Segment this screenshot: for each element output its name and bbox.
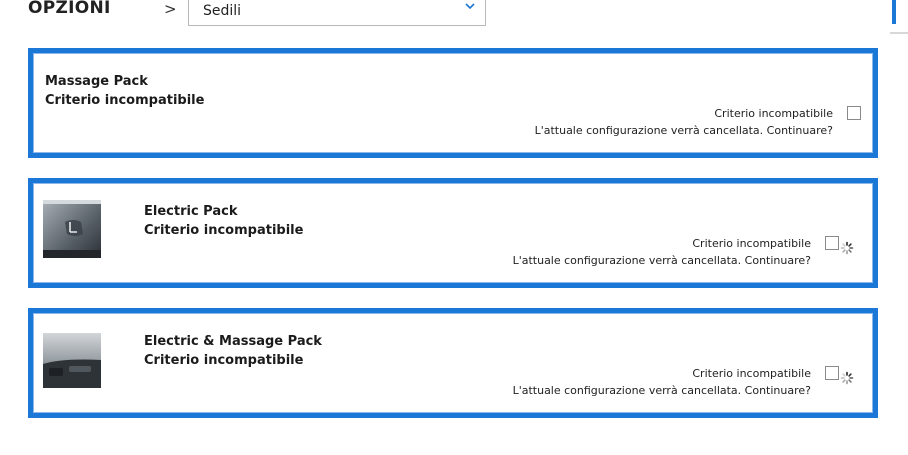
option-card-electric-pack: Electric Pack Criterio incompatibile Cri… [28,178,878,288]
option-card-electric-massage-pack: Electric & Massage Pack Criterio incompa… [28,308,878,418]
option-note-warning: L'attuale configurazione verrà cancellat… [512,384,811,397]
option-checkbox[interactable] [847,106,861,120]
option-checkbox[interactable] [825,366,839,380]
option-status: Criterio incompatibile [144,353,304,368]
option-checkbox[interactable] [825,236,839,250]
option-status: Criterio incompatibile [45,93,205,108]
option-thumbnail [43,330,101,388]
option-thumbnail [43,200,101,258]
option-note-warning: L'attuale configurazione verrà cancellat… [512,254,811,267]
option-note-title: Criterio incompatibile [714,107,833,120]
loading-spinner-icon [840,241,854,255]
option-note-title: Criterio incompatibile [692,237,811,250]
page-title: OPZIONI [28,0,111,18]
category-select-value: Sedili [203,3,242,19]
option-name: Electric & Massage Pack [144,334,322,349]
category-select[interactable]: Sedili [188,0,486,26]
side-panel-edge [890,0,908,34]
option-name: Massage Pack [45,74,148,89]
option-card-massage-pack: Massage Pack Criterio incompatibile Crit… [28,48,878,158]
option-note-title: Criterio incompatibile [692,367,811,380]
option-note-warning: L'attuale configurazione verrà cancellat… [534,124,833,137]
option-status: Criterio incompatibile [144,223,304,238]
option-name: Electric Pack [144,204,238,219]
chevron-down-icon [465,3,475,10]
breadcrumb-separator: > [164,0,177,18]
loading-spinner-icon [840,371,854,385]
